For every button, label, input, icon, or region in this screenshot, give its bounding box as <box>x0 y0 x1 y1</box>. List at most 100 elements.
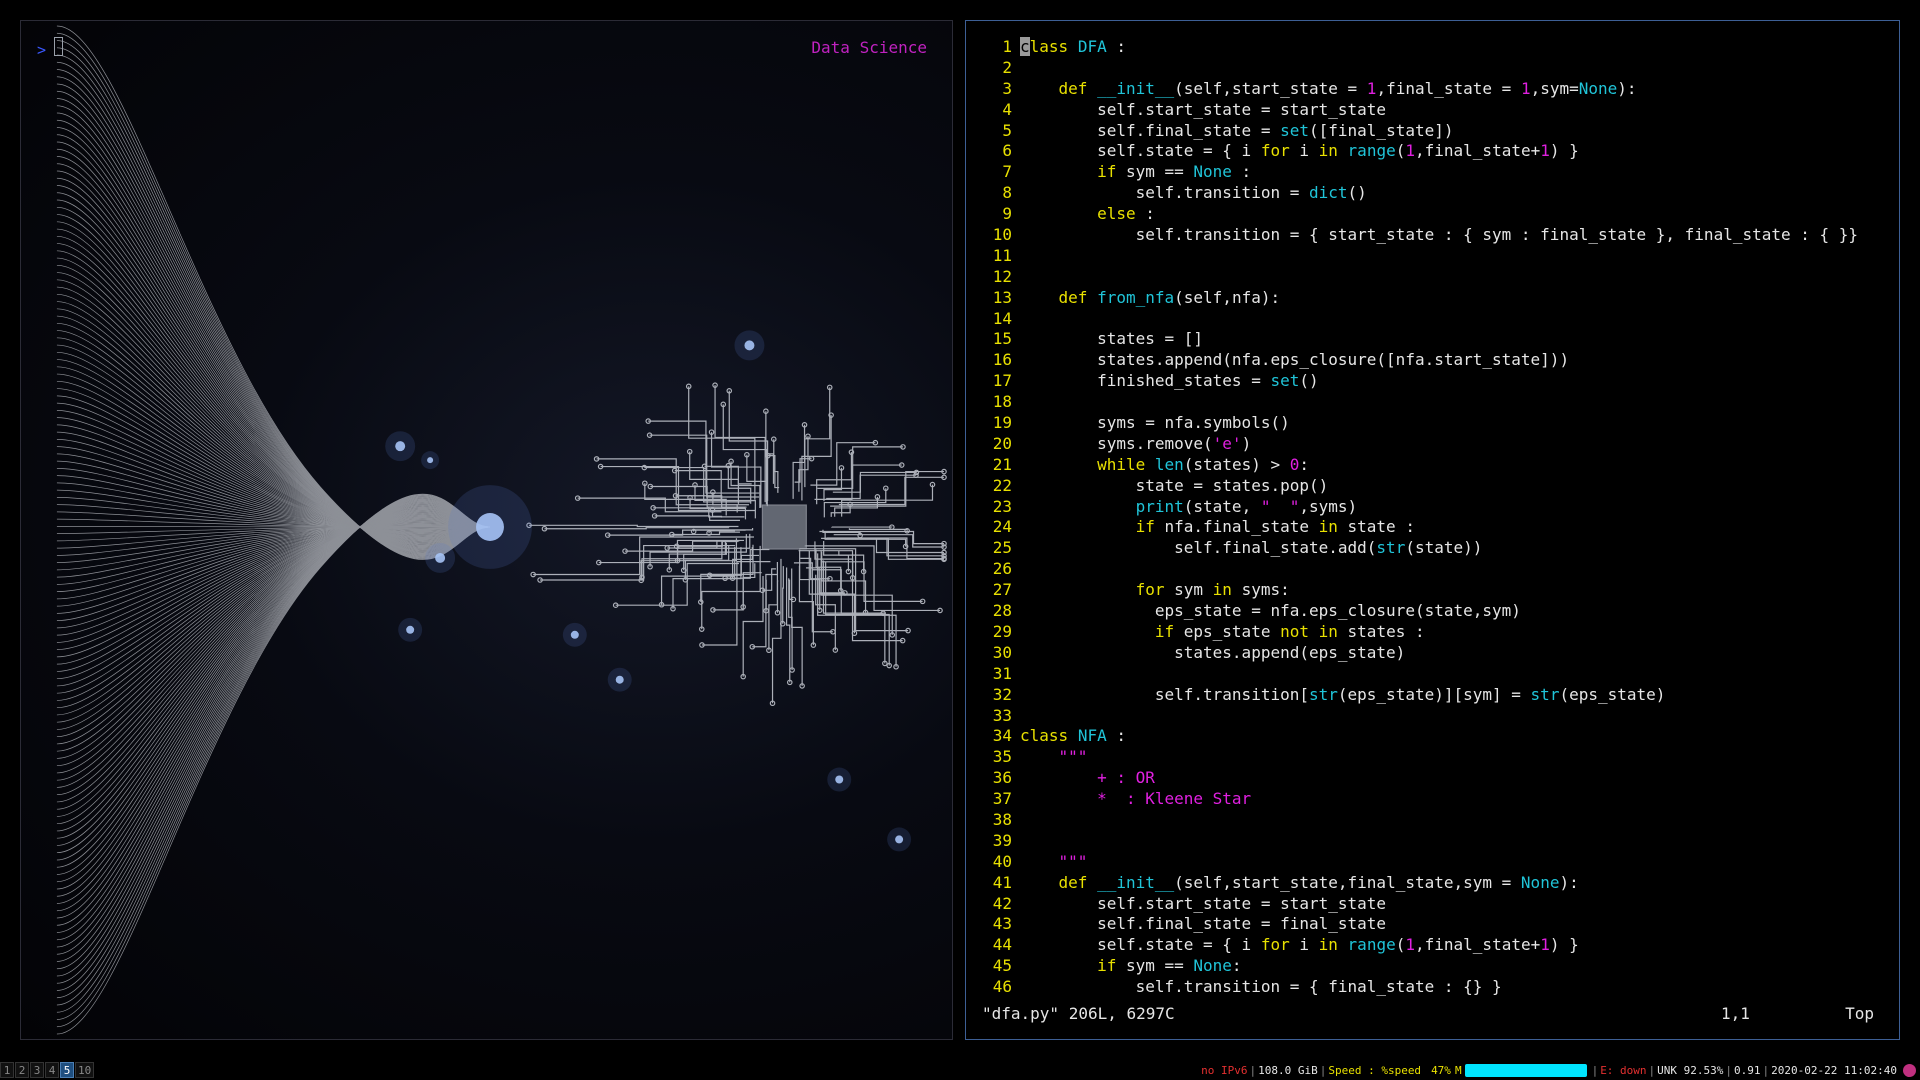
code-line[interactable]: 33 <box>966 706 1899 727</box>
disk-status: 108.0 GiB <box>1258 1063 1318 1077</box>
fiber-line <box>56 494 490 1028</box>
code-line[interactable]: 10 self.transition = { start_state : { s… <box>966 225 1899 246</box>
code-line[interactable]: 37 * : Kleene Star <box>966 789 1899 810</box>
code-line[interactable]: 3 def __init__(self,start_state = 1,fina… <box>966 79 1899 100</box>
code-line[interactable]: 13 def from_nfa(self,nfa): <box>966 288 1899 309</box>
code-line[interactable]: 21 while len(states) > 0: <box>966 455 1899 476</box>
line-text: syms = nfa.symbols() <box>1020 413 1290 433</box>
line-number: 35 <box>992 747 1012 767</box>
code-line[interactable]: 28 eps_state = nfa.eps_closure(state,sym… <box>966 601 1899 622</box>
code-line[interactable]: 4 self.start_state = start_state <box>966 100 1899 121</box>
code-line[interactable]: 26 <box>966 559 1899 580</box>
circuit-trace <box>649 534 747 567</box>
code-line[interactable]: 19 syms = nfa.symbols() <box>966 413 1899 434</box>
code-line[interactable]: 35 """ <box>966 747 1899 768</box>
code-line[interactable]: 23 print(state, " ",syms) <box>966 497 1899 518</box>
tray-app-icon[interactable] <box>1903 1063 1916 1077</box>
system-status: no IPv6 | 108.0 GiB | Speed : %speed 47% M… <box>1201 1060 1916 1080</box>
line-text <box>1020 246 1899 267</box>
code-line[interactable]: 40 """ <box>966 852 1899 873</box>
code-line[interactable]: 11 <box>966 246 1899 267</box>
code-line[interactable]: 2 <box>966 58 1899 79</box>
code-line[interactable]: 24 if nfa.final_state in state : <box>966 517 1899 538</box>
code-line[interactable]: 7 if sym == None : <box>966 162 1899 183</box>
workspace-10[interactable]: 10 <box>75 1062 95 1078</box>
clock: 2020-02-22 11:02:40 <box>1771 1063 1897 1077</box>
workspace-1[interactable]: 1 <box>0 1062 14 1078</box>
code-line[interactable]: 20 syms.remove('e') <box>966 434 1899 455</box>
line-text: while len(states) > 0: <box>1097 454 1310 474</box>
glow-halo <box>827 767 852 792</box>
wallpaper-image <box>56 25 947 1035</box>
line-number: 22 <box>992 475 1012 495</box>
vim-editor-pane[interactable]: 1 class DFA : 23 def __init__(self,start_s… <box>965 20 1900 1040</box>
code-line[interactable]: 25 self.final_state.add(str(state)) <box>966 538 1899 559</box>
code-line[interactable]: 17 finished_states = set() <box>966 371 1899 392</box>
code-line[interactable]: 22 state = states.pop() <box>966 476 1899 497</box>
code-line[interactable]: 41 def __init__(self,start_state,final_s… <box>966 873 1899 894</box>
line-text: self.state = { i for i in range(1,final_… <box>1020 141 1579 161</box>
line-text <box>1020 392 1899 413</box>
code-line[interactable]: 30 states.append(eps_state) <box>966 643 1899 664</box>
code-line[interactable]: 8 self.transition = dict() <box>966 183 1899 204</box>
workspace-5[interactable]: 5 <box>60 1062 74 1078</box>
line-text <box>1020 831 1899 852</box>
code-line[interactable]: 9 else : <box>966 204 1899 225</box>
code-line[interactable]: 27 for sym in syms: <box>966 580 1899 601</box>
workspace-3[interactable]: 3 <box>30 1062 44 1078</box>
circuit-trace <box>771 558 782 704</box>
line-number: 7 <box>1002 162 1012 182</box>
circuit-trace <box>814 464 902 500</box>
code-line[interactable]: 5 self.final_state = set([final_state]) <box>966 121 1899 142</box>
line-number: 18 <box>992 392 1012 412</box>
code-line[interactable]: 46 self.transition = { final_state : {} … <box>966 977 1899 998</box>
code-line[interactable]: 14 <box>966 309 1899 330</box>
circuit-brain <box>526 382 947 707</box>
code-line[interactable]: 44 self.state = { i for i in range(1,fin… <box>966 935 1899 956</box>
workspace-2[interactable]: 2 <box>15 1062 29 1078</box>
code-line[interactable]: 15 states = [] <box>966 329 1899 350</box>
code-line[interactable]: 31 <box>966 664 1899 685</box>
code-line[interactable]: 1 class DFA : <box>966 37 1899 58</box>
line-text: states.append(eps_state) <box>1020 642 1406 662</box>
glow-halo <box>398 617 423 642</box>
code-line[interactable]: 18 <box>966 392 1899 413</box>
line-number: 14 <box>992 308 1012 328</box>
line-text: print(state, " ",syms) <box>1135 496 1358 516</box>
fiber-line <box>56 497 490 977</box>
terminal-cursor <box>54 37 63 56</box>
workspace-switcher: 1 2 3 4 5 10 <box>0 1062 95 1078</box>
code-line[interactable]: 38 <box>966 810 1899 831</box>
glow-halo <box>562 622 587 647</box>
fiber-line <box>56 501 490 912</box>
line-number: 42 <box>992 893 1012 913</box>
code-line[interactable]: 16 states.append(nfa.eps_closure([nfa.st… <box>966 350 1899 371</box>
code-line[interactable]: 12 <box>966 267 1899 288</box>
workspace-4[interactable]: 4 <box>45 1062 59 1078</box>
line-text: self.transition = { start_state : { sym … <box>1020 225 1859 245</box>
code-line[interactable]: 42 self.start_state = start_state <box>966 894 1899 915</box>
code-line[interactable]: 34 class NFA : <box>966 726 1899 747</box>
code-line[interactable]: 36 + : OR <box>966 768 1899 789</box>
circuit-trace <box>821 551 867 613</box>
line-number: 36 <box>992 768 1012 788</box>
code-line[interactable]: 29 if eps_state not in states : <box>966 622 1899 643</box>
line-number: 39 <box>992 830 1012 850</box>
terminal-pane[interactable]: > Data Science <box>20 20 953 1040</box>
line-text: if sym == None : <box>1097 162 1252 182</box>
fiber-line <box>56 170 490 551</box>
line-text: states.append(nfa.eps_closure([nfa.start… <box>1020 350 1570 370</box>
code-line[interactable]: 6 self.state = { i for i in range(1,fina… <box>966 141 1899 162</box>
code-line[interactable]: 39 <box>966 831 1899 852</box>
line-number: 24 <box>992 517 1012 537</box>
speed-progress-bar <box>1464 1063 1587 1077</box>
code-line[interactable]: 32 self.transition[str(eps_state)][sym] … <box>966 685 1899 706</box>
line-number: 9 <box>1002 204 1012 224</box>
code-line[interactable]: 43 self.final_state = final_state <box>966 914 1899 935</box>
circuit-trace <box>823 467 843 502</box>
line-text <box>1020 267 1899 288</box>
line-number: 3 <box>1002 78 1012 98</box>
glow-halo <box>887 827 912 852</box>
code-line[interactable]: 45 if sym == None: <box>966 956 1899 977</box>
code-view[interactable]: 1 class DFA : 23 def __init__(self,start_s… <box>966 37 1899 998</box>
